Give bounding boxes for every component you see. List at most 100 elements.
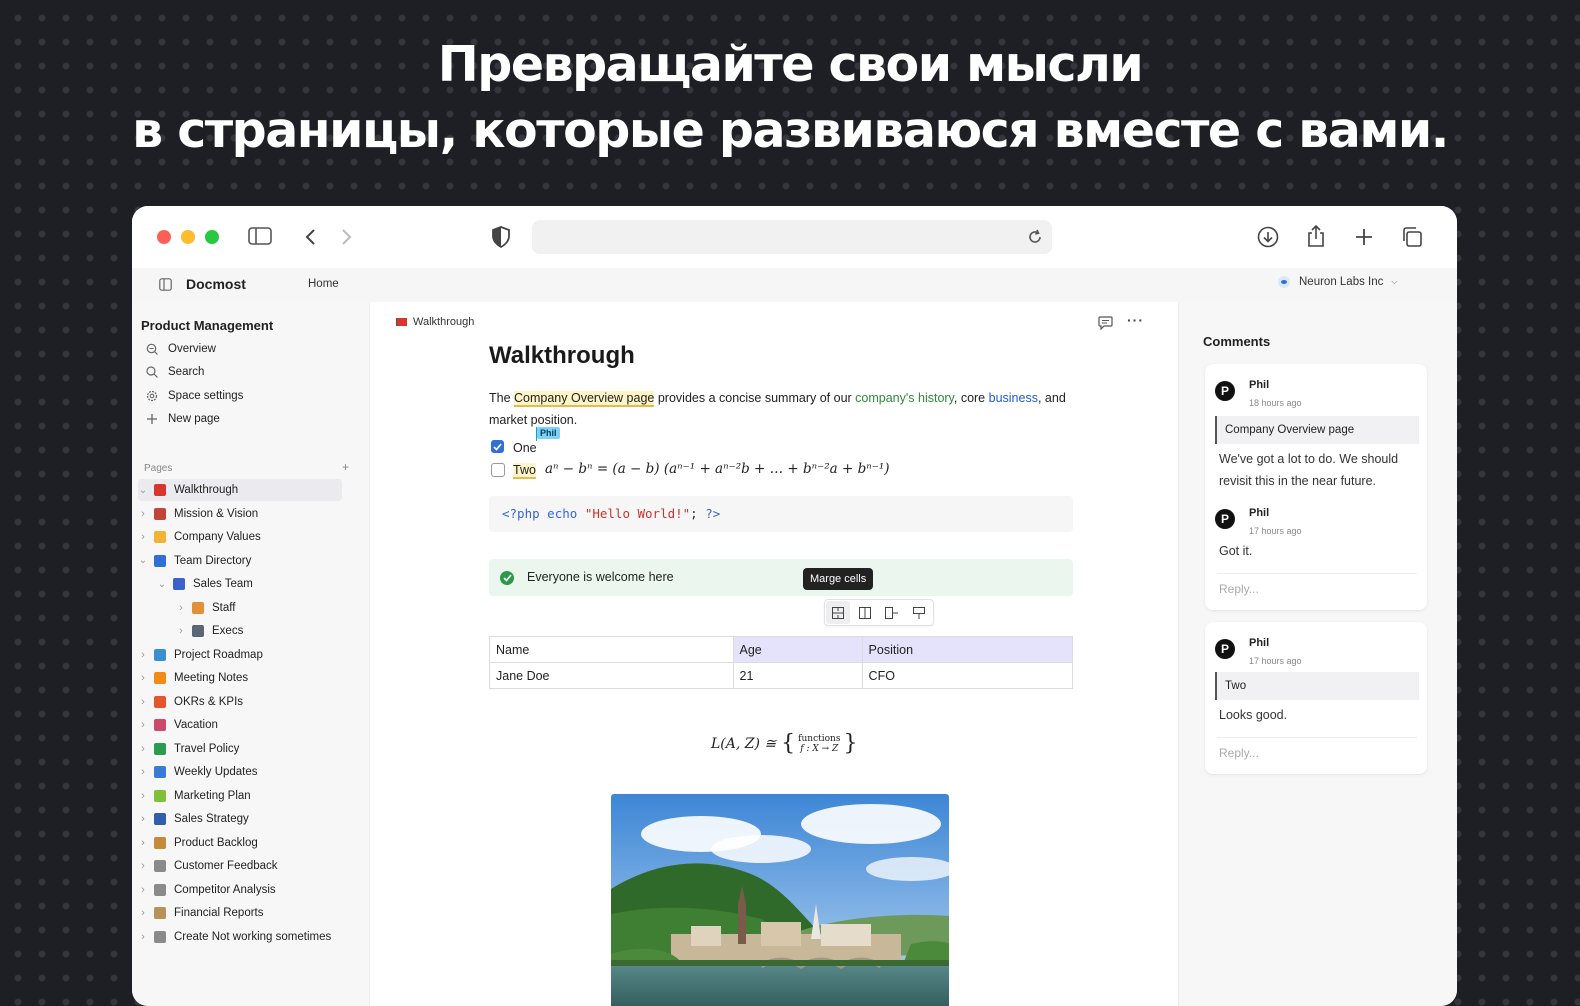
link-business[interactable]: business	[989, 391, 1038, 405]
tabs-overview-icon[interactable]	[1400, 225, 1424, 249]
math-equation[interactable]: aⁿ − bⁿ = (a − b) (aⁿ⁻¹ + aⁿ⁻²b + … + bⁿ…	[545, 461, 890, 477]
reload-icon[interactable]	[1026, 228, 1044, 246]
chevron-down-icon[interactable]: ⌄	[157, 579, 167, 590]
app-name[interactable]: Docmost	[186, 276, 246, 292]
sidebar-page-item[interactable]: › Customer Feedback	[138, 855, 342, 877]
sidebar-action-label: Space settings	[168, 389, 244, 402]
back-icon[interactable]	[302, 226, 318, 248]
table-cell[interactable]: 21	[732, 662, 863, 689]
sidebar-page-item[interactable]: ⌄ Sales Team	[138, 573, 342, 595]
link-company-history[interactable]: company's history	[855, 391, 954, 405]
new-tab-icon[interactable]	[1352, 225, 1376, 249]
workspace-name: Neuron Labs Inc	[1299, 276, 1384, 288]
more-options-icon[interactable]: ···	[1127, 312, 1144, 328]
chevron-right-icon[interactable]: ›	[138, 860, 148, 872]
sidebar-page-item[interactable]: › Company Values	[138, 526, 342, 548]
chevron-down-icon[interactable]: ⌄	[138, 485, 148, 496]
sidebar-page-item[interactable]: › Weekly Updates	[138, 761, 342, 783]
avatar: P	[1215, 509, 1235, 529]
sidebar-page-item[interactable]: › Mission & Vision	[138, 503, 342, 525]
cell-style-icon[interactable]	[907, 601, 931, 624]
sidebar-action-label: New page	[168, 412, 220, 425]
chevron-right-icon[interactable]: ›	[138, 837, 148, 849]
chevron-right-icon[interactable]: ›	[138, 790, 148, 802]
add-page-icon[interactable]: +	[342, 460, 349, 474]
chevron-right-icon[interactable]: ›	[138, 508, 148, 520]
breadcrumb-item: Walkthrough	[413, 316, 475, 328]
comment-author: Phil	[1249, 379, 1270, 391]
commented-link[interactable]: Company Overview page	[514, 391, 655, 407]
chevron-right-icon[interactable]: ›	[176, 602, 186, 614]
sidebar-page-item[interactable]: › Financial Reports	[138, 902, 342, 924]
sidebar-page-item[interactable]: › Product Backlog	[138, 832, 342, 854]
callout[interactable]: Everyone is welcome here	[489, 559, 1073, 596]
sidebar-page-item[interactable]: › Execs	[138, 620, 342, 642]
chevron-right-icon[interactable]: ›	[176, 625, 186, 637]
sidebar-page-label: Company Values	[174, 531, 261, 543]
sidebar-page-item[interactable]: › Sales Strategy	[138, 808, 342, 830]
sidebar-toggle-icon[interactable]	[248, 226, 272, 246]
minimize-window-button[interactable]	[181, 230, 195, 244]
chevron-right-icon[interactable]: ›	[138, 531, 148, 543]
comments-toggle-icon[interactable]	[1096, 314, 1114, 332]
table-header-cell[interactable]: Position	[861, 636, 1074, 663]
sidebar-action-new-page[interactable]: New page	[140, 408, 220, 430]
sidebar-page-item[interactable]: › Staff	[138, 597, 342, 619]
workspace-switcher[interactable]: Neuron Labs Inc ⌵	[1278, 276, 1397, 288]
comment-quote: Company Overview page	[1215, 416, 1419, 444]
sidebar-page-item[interactable]: › Vacation	[138, 714, 342, 736]
chevron-right-icon[interactable]: ›	[138, 766, 148, 778]
sidebar-page-item[interactable]: › Meeting Notes	[138, 667, 342, 689]
reply-input[interactable]: Reply...	[1219, 746, 1259, 760]
chevron-down-icon[interactable]: ⌄	[138, 555, 148, 566]
sidebar-page-item[interactable]: › Marketing Plan	[138, 785, 342, 807]
chevron-right-icon[interactable]: ›	[138, 672, 148, 684]
table-toolbar	[824, 599, 934, 626]
sidebar-page-item[interactable]: ⌄ Team Directory	[138, 550, 342, 572]
forward-icon[interactable]	[339, 226, 355, 248]
breadcrumb[interactable]: Walkthrough	[396, 316, 474, 328]
chevron-right-icon[interactable]: ›	[138, 813, 148, 825]
chevron-right-icon[interactable]: ›	[138, 649, 148, 661]
calendar-icon	[154, 766, 166, 778]
address-bar[interactable]	[532, 220, 1052, 254]
shield-icon[interactable]	[490, 225, 512, 249]
table-header-cell[interactable]: Age	[732, 636, 863, 663]
checkbox-two[interactable]	[491, 463, 505, 477]
download-icon[interactable]	[1256, 225, 1280, 249]
chevron-right-icon[interactable]: ›	[138, 696, 148, 708]
close-window-button[interactable]	[157, 230, 171, 244]
share-icon[interactable]	[1304, 224, 1328, 248]
sidebar-action-search[interactable]: Search	[140, 361, 204, 383]
maximize-window-button[interactable]	[205, 230, 219, 244]
paragraph-text: provides a concise summary of our	[654, 391, 856, 405]
checkbox-one[interactable]	[491, 440, 504, 453]
merge-cells-icon[interactable]	[826, 601, 850, 624]
sidebar-page-item[interactable]: › Competitor Analysis	[138, 879, 342, 901]
home-link[interactable]: Home	[308, 278, 339, 290]
chevron-right-icon[interactable]: ›	[138, 743, 148, 755]
table-header-cell[interactable]: Name	[489, 636, 734, 663]
chevron-right-icon[interactable]: ›	[138, 884, 148, 896]
code-block[interactable]: <?php echo "Hello World!"; ?>	[489, 496, 1073, 532]
split-cell-icon[interactable]	[853, 601, 877, 624]
chevron-right-icon[interactable]: ›	[138, 907, 148, 919]
sidebar-page-item[interactable]: ⌄ Walkthrough	[138, 479, 342, 501]
sidebar-collapse-icon[interactable]	[158, 277, 172, 291]
table-cell[interactable]: CFO	[861, 662, 1074, 689]
sidebar-page-item[interactable]: › Project Roadmap	[138, 644, 342, 666]
toggle-header-icon[interactable]	[880, 601, 904, 624]
box-icon	[154, 836, 166, 849]
sidebar-action-overview[interactable]: Overview	[140, 338, 216, 360]
table-cell[interactable]: Jane Doe	[489, 662, 734, 689]
landscape-image[interactable]	[611, 794, 949, 1006]
chevron-right-icon[interactable]: ›	[138, 931, 148, 943]
sidebar-page-item[interactable]: › Create Not working sometimes	[138, 926, 342, 948]
gear-icon	[146, 390, 158, 402]
chevron-right-icon[interactable]: ›	[138, 719, 148, 731]
sidebar-action-space-settings[interactable]: Space settings	[140, 385, 243, 407]
sidebar-page-item[interactable]: › OKRs & KPIs	[138, 691, 342, 713]
math-block[interactable]: L(A, Z) ≅ { functions f : X → Z }	[711, 731, 857, 756]
reply-input[interactable]: Reply...	[1219, 582, 1259, 596]
sidebar-page-item[interactable]: › Travel Policy	[138, 738, 342, 760]
